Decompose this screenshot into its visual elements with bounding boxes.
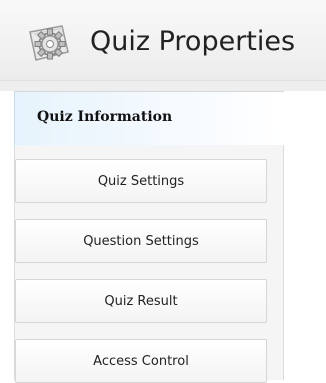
properties-header: Quiz Properties [0, 0, 326, 81]
menu-item-label: Access Control [93, 353, 189, 369]
menu-item-label: Quiz Result [104, 293, 178, 309]
header-divider [0, 81, 326, 91]
tab-label: Quiz Information [37, 109, 173, 125]
tab-quiz-information[interactable]: Quiz Information [14, 91, 284, 145]
gear-document-icon [29, 25, 69, 61]
menu-item-label: Question Settings [83, 233, 199, 249]
menu-item-quiz-result[interactable]: Quiz Result [15, 279, 267, 323]
menu-item-quiz-settings[interactable]: Quiz Settings [15, 159, 267, 203]
tab-menu-container: Quiz Settings Question Settings Quiz Res… [14, 145, 284, 383]
page-title: Quiz Properties [90, 26, 296, 57]
menu-item-access-control[interactable]: Access Control [15, 339, 267, 383]
properties-sidebar: Quiz Information Quiz Settings Question … [14, 91, 284, 383]
menu-item-label: Quiz Settings [97, 173, 185, 189]
menu-item-question-settings[interactable]: Question Settings [15, 219, 267, 263]
